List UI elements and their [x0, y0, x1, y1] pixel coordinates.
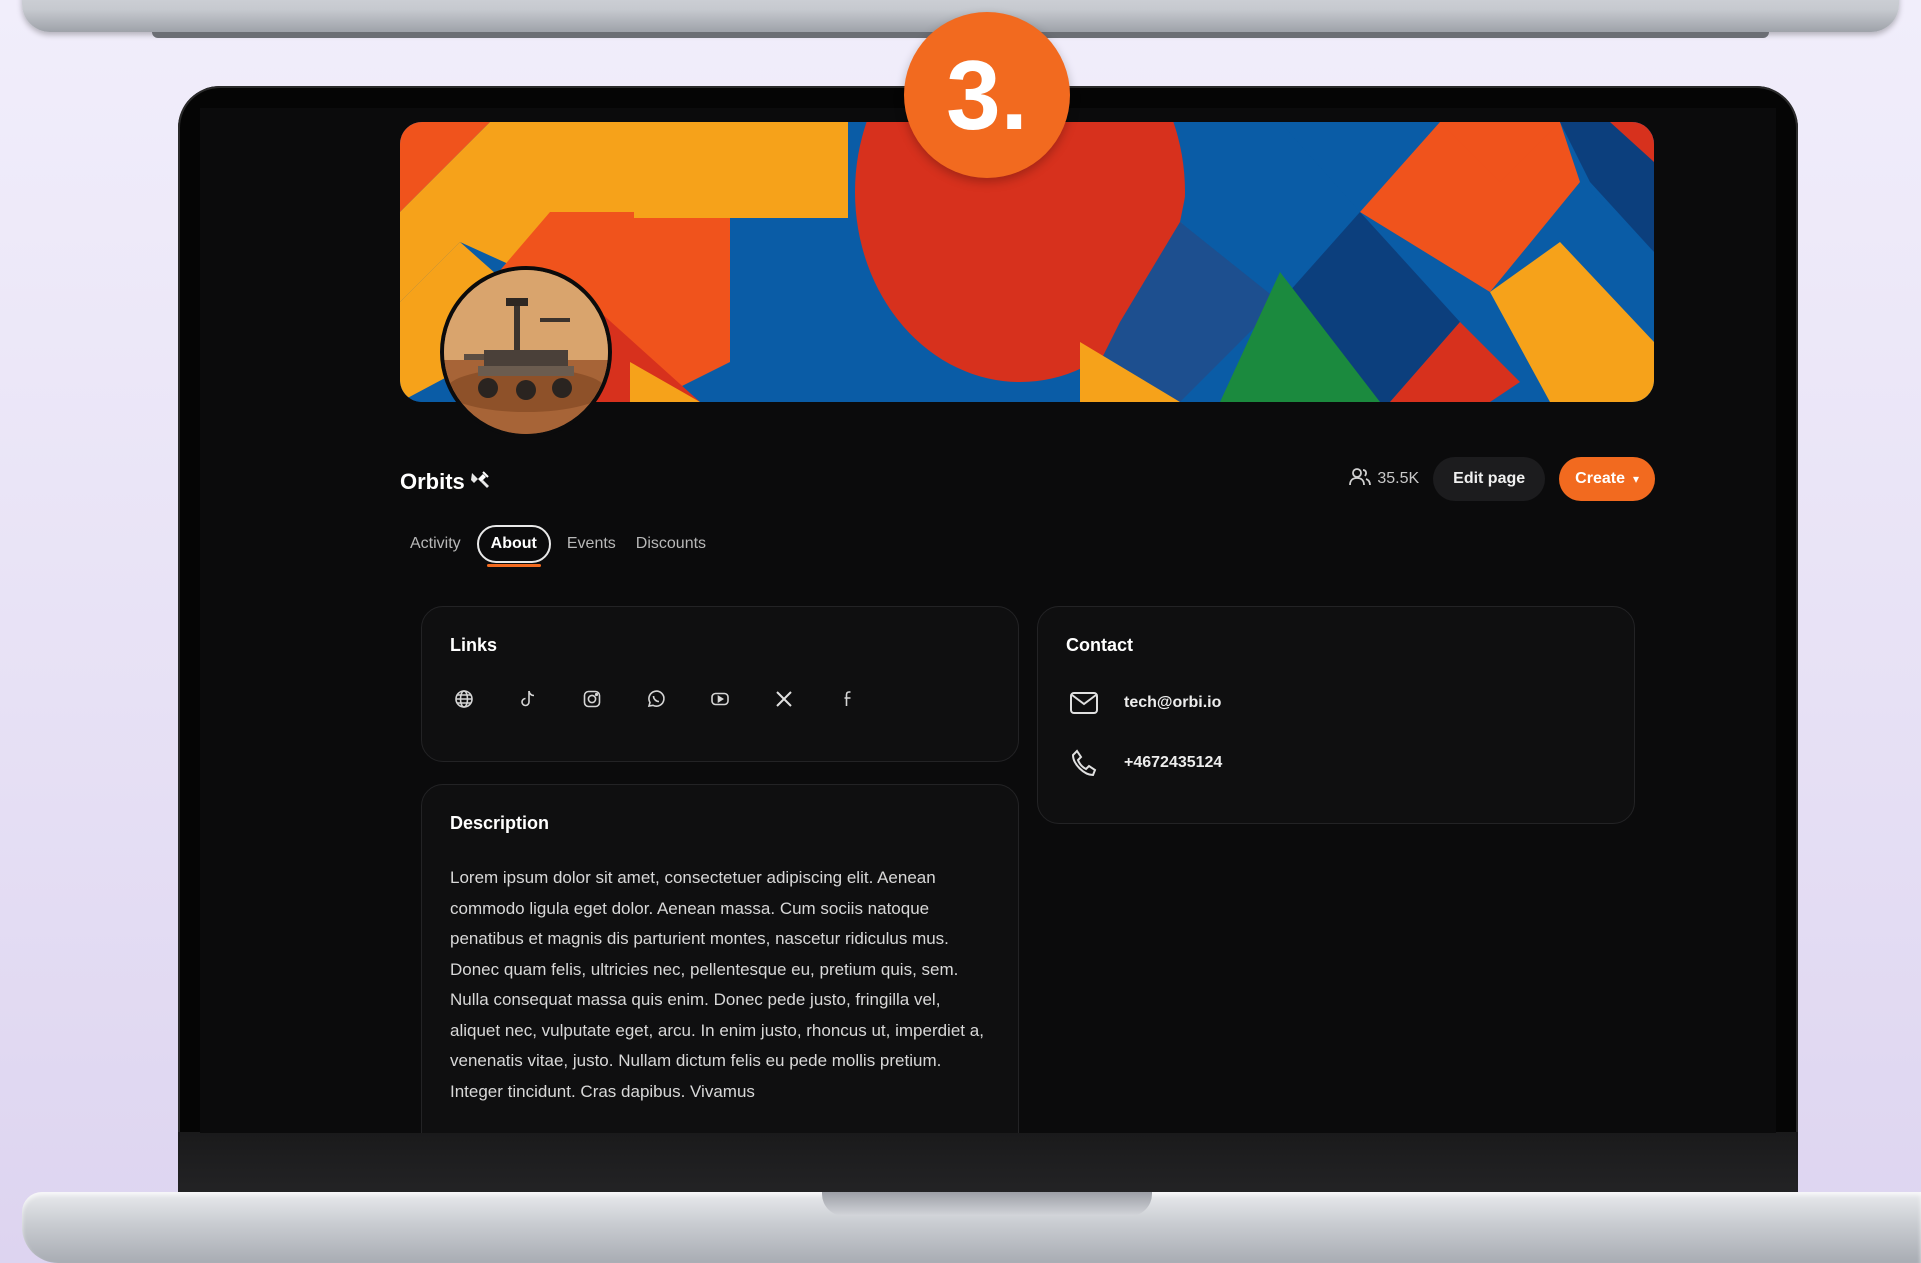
followers-count[interactable]: 35.5K	[1349, 467, 1419, 492]
social-links	[452, 687, 860, 711]
app-screen: Orbits 35.5K Edit page Create ▾ Activity…	[200, 108, 1776, 1133]
whatsapp-icon[interactable]	[644, 687, 668, 711]
header-actions: 35.5K Edit page Create ▾	[1285, 456, 1655, 502]
globe-icon[interactable]	[452, 687, 476, 711]
step-badge: 3.	[904, 12, 1070, 178]
youtube-icon[interactable]	[708, 687, 732, 711]
create-button-label: Create	[1575, 470, 1625, 487]
mail-icon	[1066, 685, 1102, 721]
x-icon[interactable]	[772, 687, 796, 711]
description-card: Description Lorem ipsum dolor sit amet, …	[421, 784, 1019, 1133]
contact-email-row[interactable]: tech@orbi.io	[1066, 685, 1221, 721]
tab-activity[interactable]: Activity	[406, 527, 465, 561]
contact-card: Contact tech@orbi.io +4672435124	[1037, 606, 1635, 824]
edit-page-button[interactable]: Edit page	[1433, 457, 1546, 501]
chevron-down-icon: ▾	[1632, 472, 1639, 486]
links-card: Links	[421, 606, 1019, 762]
contact-email[interactable]: tech@orbi.io	[1124, 694, 1221, 712]
description-title: Description	[450, 813, 550, 833]
profile-avatar[interactable]	[440, 266, 612, 438]
facebook-icon[interactable]	[836, 687, 860, 711]
satellite-icon	[469, 468, 491, 496]
laptop-base-notch	[822, 1192, 1152, 1216]
users-icon	[1349, 467, 1372, 492]
tab-discounts[interactable]: Discounts	[632, 527, 710, 561]
instagram-icon[interactable]	[580, 687, 604, 711]
rover-image	[444, 270, 608, 434]
tab-about[interactable]: About	[476, 525, 551, 567]
page-title: Orbits	[400, 468, 491, 496]
laptop-screen-chin	[178, 1132, 1798, 1194]
tiktok-icon[interactable]	[516, 687, 540, 711]
links-title: Links	[450, 635, 498, 655]
contact-title: Contact	[1066, 635, 1133, 655]
description-text: Lorem ipsum dolor sit amet, consectetuer…	[450, 868, 984, 1101]
page-name-text: Orbits	[400, 469, 465, 494]
phone-icon	[1066, 745, 1102, 781]
followers-count-text: 35.5K	[1377, 470, 1420, 487]
contact-phone[interactable]: +4672435124	[1124, 754, 1222, 772]
profile-tabs: Activity About Events Discounts	[406, 522, 710, 567]
contact-phone-row[interactable]: +4672435124	[1066, 745, 1222, 781]
tab-events[interactable]: Events	[563, 527, 620, 561]
create-button[interactable]: Create ▾	[1559, 457, 1655, 501]
